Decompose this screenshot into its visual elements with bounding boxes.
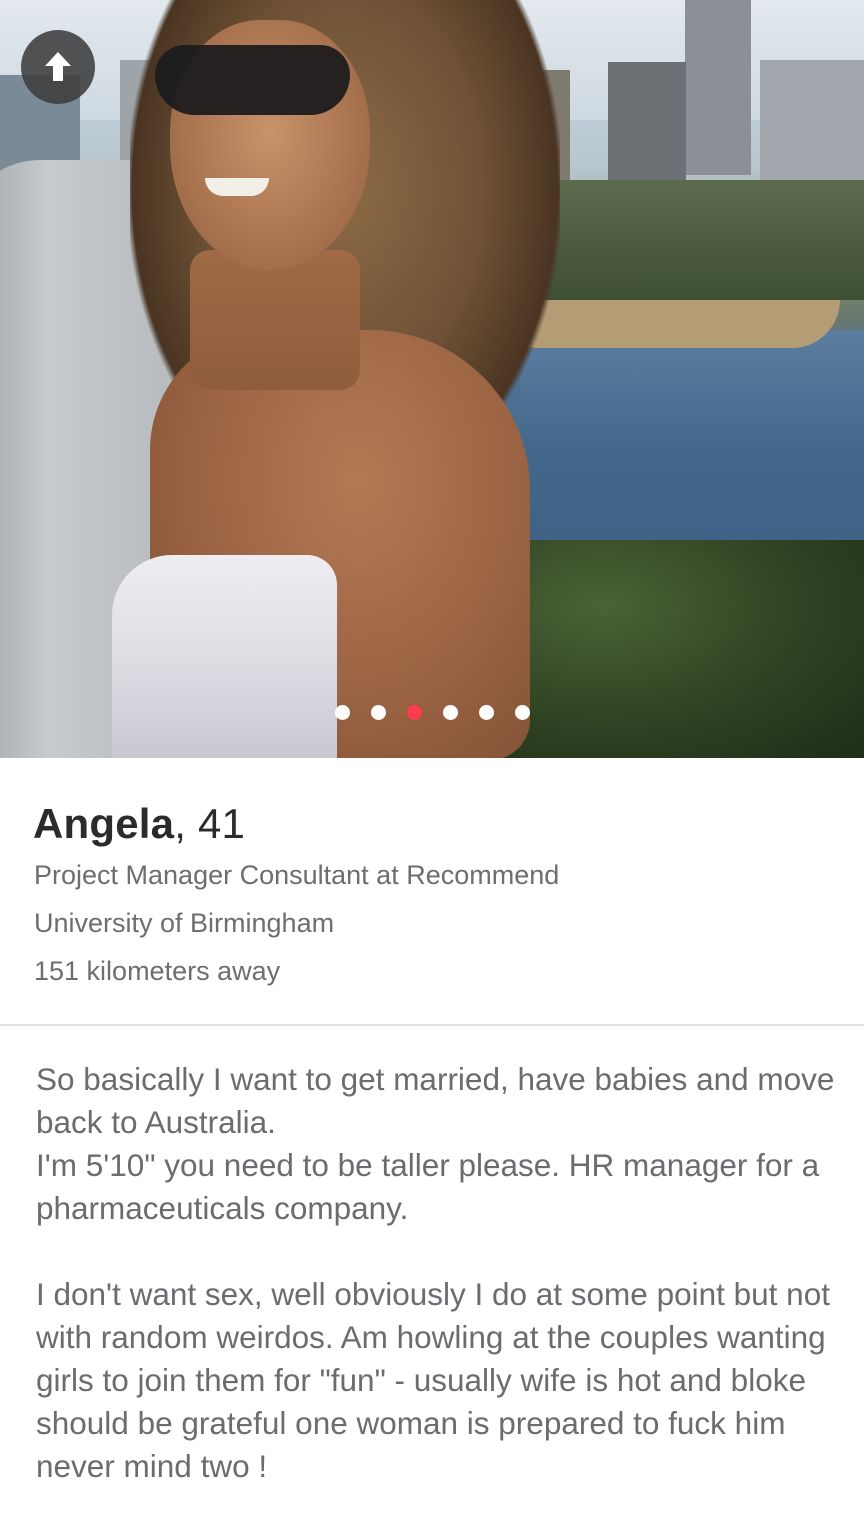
photo-sunglasses xyxy=(155,45,350,115)
photo-page-dot[interactable] xyxy=(478,705,494,720)
photo-shore xyxy=(520,300,840,348)
photo-page-dot[interactable] xyxy=(442,705,458,720)
photo-pagination xyxy=(0,705,864,721)
profile-school: University of Birmingham xyxy=(34,908,335,938)
profile-info: Angela, 41 Project Manager Consultant at… xyxy=(0,758,864,1024)
section-divider xyxy=(0,1024,864,1026)
profile-age-separator: , xyxy=(174,800,187,847)
photo-building xyxy=(608,62,686,182)
photo-water xyxy=(520,330,864,570)
up-arrow-icon xyxy=(45,52,71,81)
photo-page-dot[interactable] xyxy=(370,705,386,720)
photo-smile xyxy=(205,178,269,196)
photo-page-dot[interactable] xyxy=(334,705,350,720)
profile-photo[interactable] xyxy=(0,0,864,758)
profile-distance: 151 kilometers away xyxy=(34,956,281,986)
photo-neck xyxy=(190,250,360,390)
profile-bio: So basically I want to get married, have… xyxy=(36,1061,835,1484)
photo-page-dot-active[interactable] xyxy=(406,705,422,720)
collapse-profile-button[interactable] xyxy=(21,30,95,104)
photo-building xyxy=(760,60,864,185)
profile-name-row: Angela, 41 xyxy=(33,800,245,848)
photo-page-dot[interactable] xyxy=(514,705,530,720)
photo-trees-near xyxy=(490,540,864,758)
profile-job: Project Manager Consultant at Recommend xyxy=(34,860,560,890)
photo-dress xyxy=(112,555,337,758)
profile-age: 41 xyxy=(197,800,246,847)
profile-name: Angela xyxy=(33,800,175,847)
photo-building xyxy=(685,0,751,175)
